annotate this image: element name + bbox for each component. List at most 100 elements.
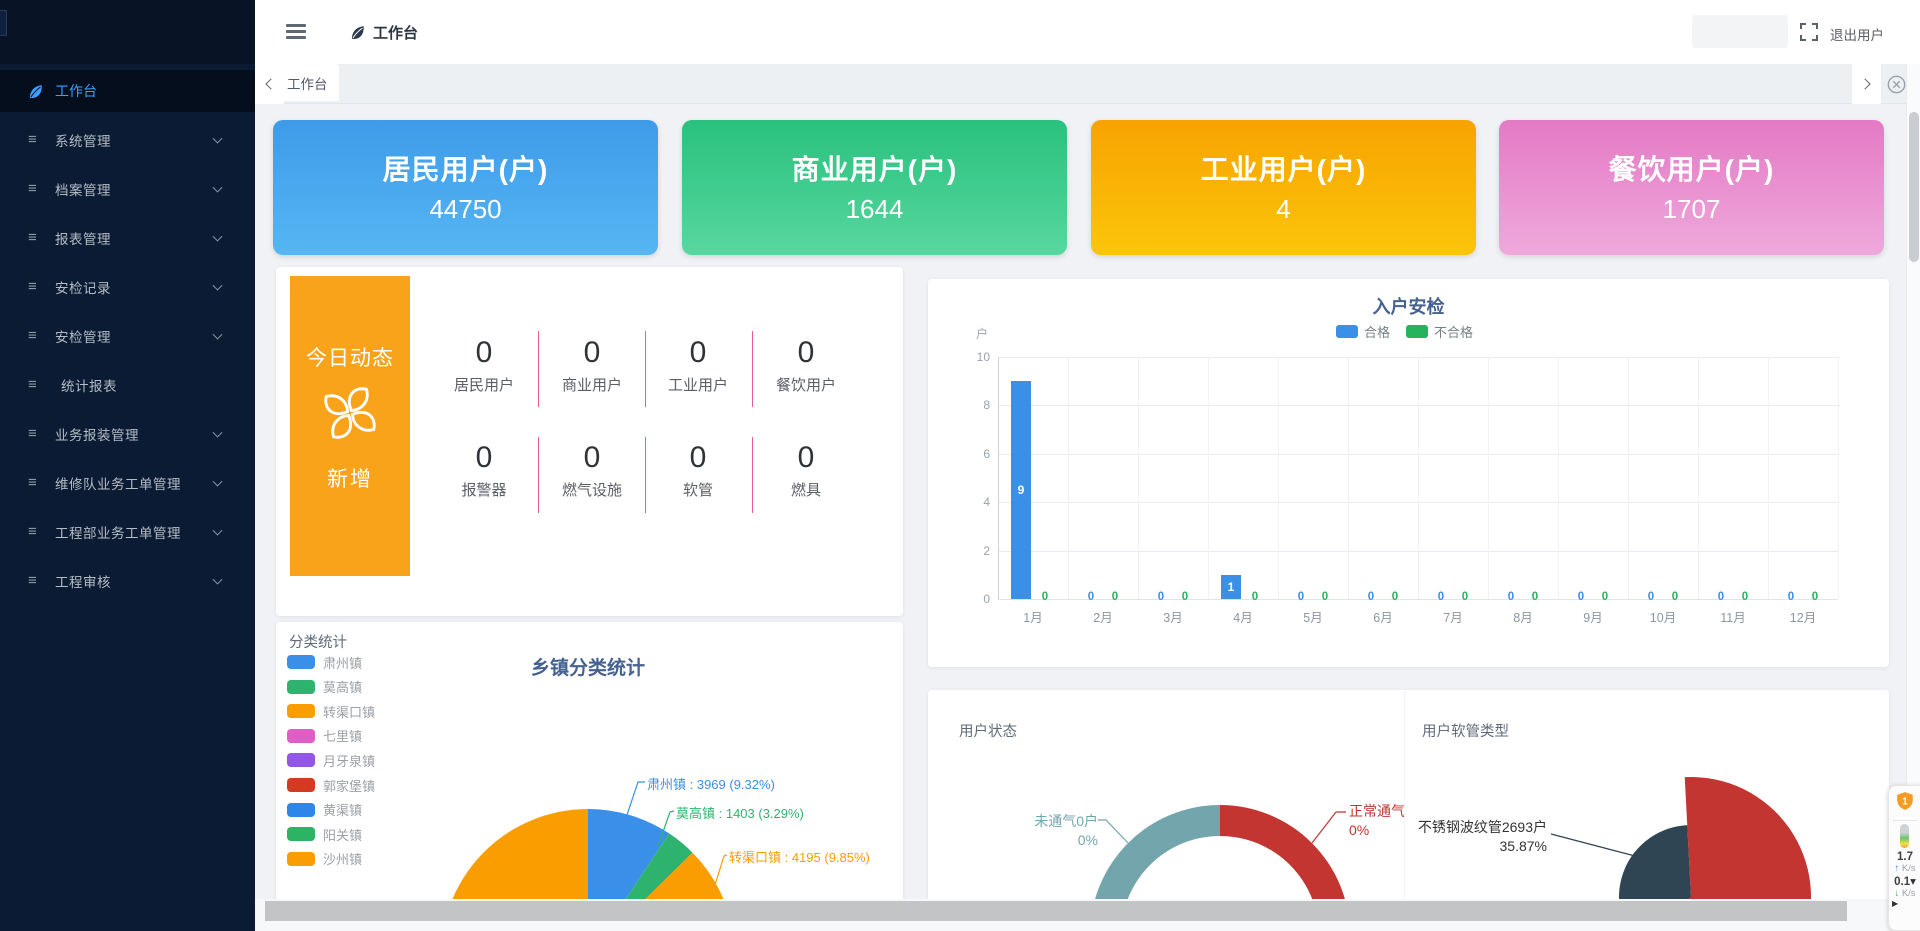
main-content: 居民用户(户) 44750 商业用户(户) 1644 工业用户(户) 4 餐饮用… [255,104,1906,931]
sidebar-item-stats-report[interactable]: ≡统计报表 [0,360,255,409]
category-stats-panel: 分类统计 肃州镇莫高镇转渠口镇七里镇月牙泉镇郭家堡镇黄渠镇阳关镇沙州镇 乡镇分类… [276,622,903,931]
gridline-v [1628,357,1629,599]
menu-lines-icon: ≡ [28,279,45,294]
sidebar-item-archive[interactable]: ≡档案管理 [0,164,255,213]
menu-lines-icon: ≡ [28,426,45,441]
today-title: 今日动态 [290,342,410,372]
today-stat: 0工业用户 [643,336,753,395]
gridline-v [1068,357,1069,599]
stat-divider [752,331,753,407]
stat-divider [645,437,646,513]
chevron-down-icon [213,280,223,290]
y-tick-label: 0 [958,592,990,606]
zero-label-合格: 0 [1081,591,1101,603]
chevron-down-icon [213,476,223,486]
today-stat: 0软管 [643,441,753,500]
stat-card-residential: 居民用户(户) 44750 [273,120,658,255]
stat-divider [538,437,539,513]
sidebar-item-engineering-audit[interactable]: ≡工程审核 [0,556,255,605]
y-axis-line [998,357,999,600]
menu-lines-icon: ≡ [28,230,45,245]
zero-label-不合格: 0 [1035,591,1055,603]
chevron-down-icon [213,231,223,241]
sidebar-item-system[interactable]: ≡系统管理 [0,115,255,164]
username-redacted [1692,15,1788,48]
widget-expand-icon[interactable]: ▶ [1892,899,1920,908]
donut-label-normal-gas: 正常通气0户0% [1349,802,1404,840]
zero-label-合格: 0 [1781,591,1801,603]
sidebar-item-report[interactable]: ≡报表管理 [0,213,255,262]
sidebar-item-inspection-mgmt[interactable]: ≡安检管理 [0,311,255,360]
x-tick-label: 9月 [1571,607,1615,626]
town-pie-chart [276,622,903,931]
sidebar-item-repair-workorder[interactable]: ≡维修队业务工单管理 [0,458,255,507]
zero-label-合格: 0 [1641,591,1661,603]
sidebar-item-label: 工作台 [55,81,97,101]
hamburger-menu-icon[interactable] [286,24,306,40]
gridline-v [1768,357,1769,599]
sidebar-item-workbench[interactable]: 工作台 [0,70,255,112]
svg-text:1: 1 [1902,796,1908,807]
tab-scroll-right-button[interactable] [1852,64,1881,104]
zero-label-不合格: 0 [1595,591,1615,603]
status-donut-chart [928,690,1404,931]
download-speed-unit: ↓ K/s [1889,888,1920,899]
vertical-scrollbar-thumb[interactable] [1909,112,1919,262]
gridline-v [1558,357,1559,599]
chevron-down-icon [213,133,223,143]
horizontal-scrollbar-track[interactable] [255,899,1906,931]
fullscreen-icon[interactable] [1800,23,1818,41]
zero-label-合格: 0 [1431,591,1451,603]
stat-card-industrial: 工业用户(户) 4 [1091,120,1476,255]
today-stat: 0报警器 [429,441,539,500]
bar-合格: 9 [1011,381,1031,599]
stat-divider [752,437,753,513]
upload-speed-value: 1.7 [1889,851,1920,863]
sidebar-item-business-install[interactable]: ≡业务报装管理 [0,409,255,458]
hose-type-chart-area: 用户软管类型 不锈钢波纹管2693户35.87% [1404,690,1889,931]
stat-divider [538,331,539,407]
chevron-down-icon [213,329,223,339]
today-stat: 0商业用户 [537,336,647,395]
pie-label-mogao: 莫高镇 : 1403 (3.29%) [676,803,804,822]
zero-label-合格: 0 [1571,591,1591,603]
gridline-v [1278,357,1279,599]
menu-lines-icon: ≡ [28,524,45,539]
gridline-v [1488,357,1489,599]
menu-lines-icon: ≡ [28,573,45,588]
zero-label-不合格: 0 [1105,591,1125,603]
meter-capsule-icon [1900,824,1909,848]
gridline-v [1348,357,1349,599]
zero-label-合格: 0 [1151,591,1171,603]
net-speed-widget[interactable]: 1 1.7 ↑ K/s 0.1▾ ↓ K/s ▶ [1888,785,1920,931]
header: 工作台 退出用户 [255,0,1920,64]
horizontal-scrollbar-thumb[interactable] [265,901,1847,921]
stat-card-commercial: 商业用户(户) 1644 [682,120,1067,255]
zero-label-不合格: 0 [1315,591,1335,603]
close-tabs-icon[interactable] [1887,75,1906,94]
x-tick-label: 1月 [1011,607,1055,626]
user-status-chart-area: 用户状态 未通气0户0% 正常通气0户0% [928,690,1404,931]
today-dynamics-panel: 今日动态 新增 0居民用户0商业用户0工业用户0餐饮用户0报警器0燃气设施0软管… [276,267,903,616]
chevron-down-icon [213,574,223,584]
today-stat: 0居民用户 [429,336,539,395]
menu-lines-icon: ≡ [28,475,45,490]
x-tick-label: 11月 [1711,607,1755,626]
sidebar-notch [0,10,7,36]
bar-合格: 1 [1221,575,1241,599]
sidebar-item-engineering-workorder[interactable]: ≡工程部业务工单管理 [0,507,255,556]
shield-badge-icon: 1 [1895,791,1915,811]
stat-card-catering: 餐饮用户(户) 1707 [1499,120,1884,255]
x-tick-label: 5月 [1291,607,1335,626]
leaf-icon [350,25,365,40]
donut-label-no-gas: 未通气0户0% [968,812,1098,850]
chevron-right-icon [1859,78,1870,89]
sidebar-item-inspection-record[interactable]: ≡安检记录 [0,262,255,311]
zero-label-合格: 0 [1291,591,1311,603]
y-tick-label: 2 [958,544,990,558]
menu-lines-icon: ≡ [28,328,45,343]
tab-scroll-left-button[interactable] [255,64,284,104]
pinwheel-icon [319,382,381,444]
today-dynamics-block: 今日动态 新增 [290,276,410,576]
logout-button[interactable]: 退出用户 [1830,24,1884,44]
